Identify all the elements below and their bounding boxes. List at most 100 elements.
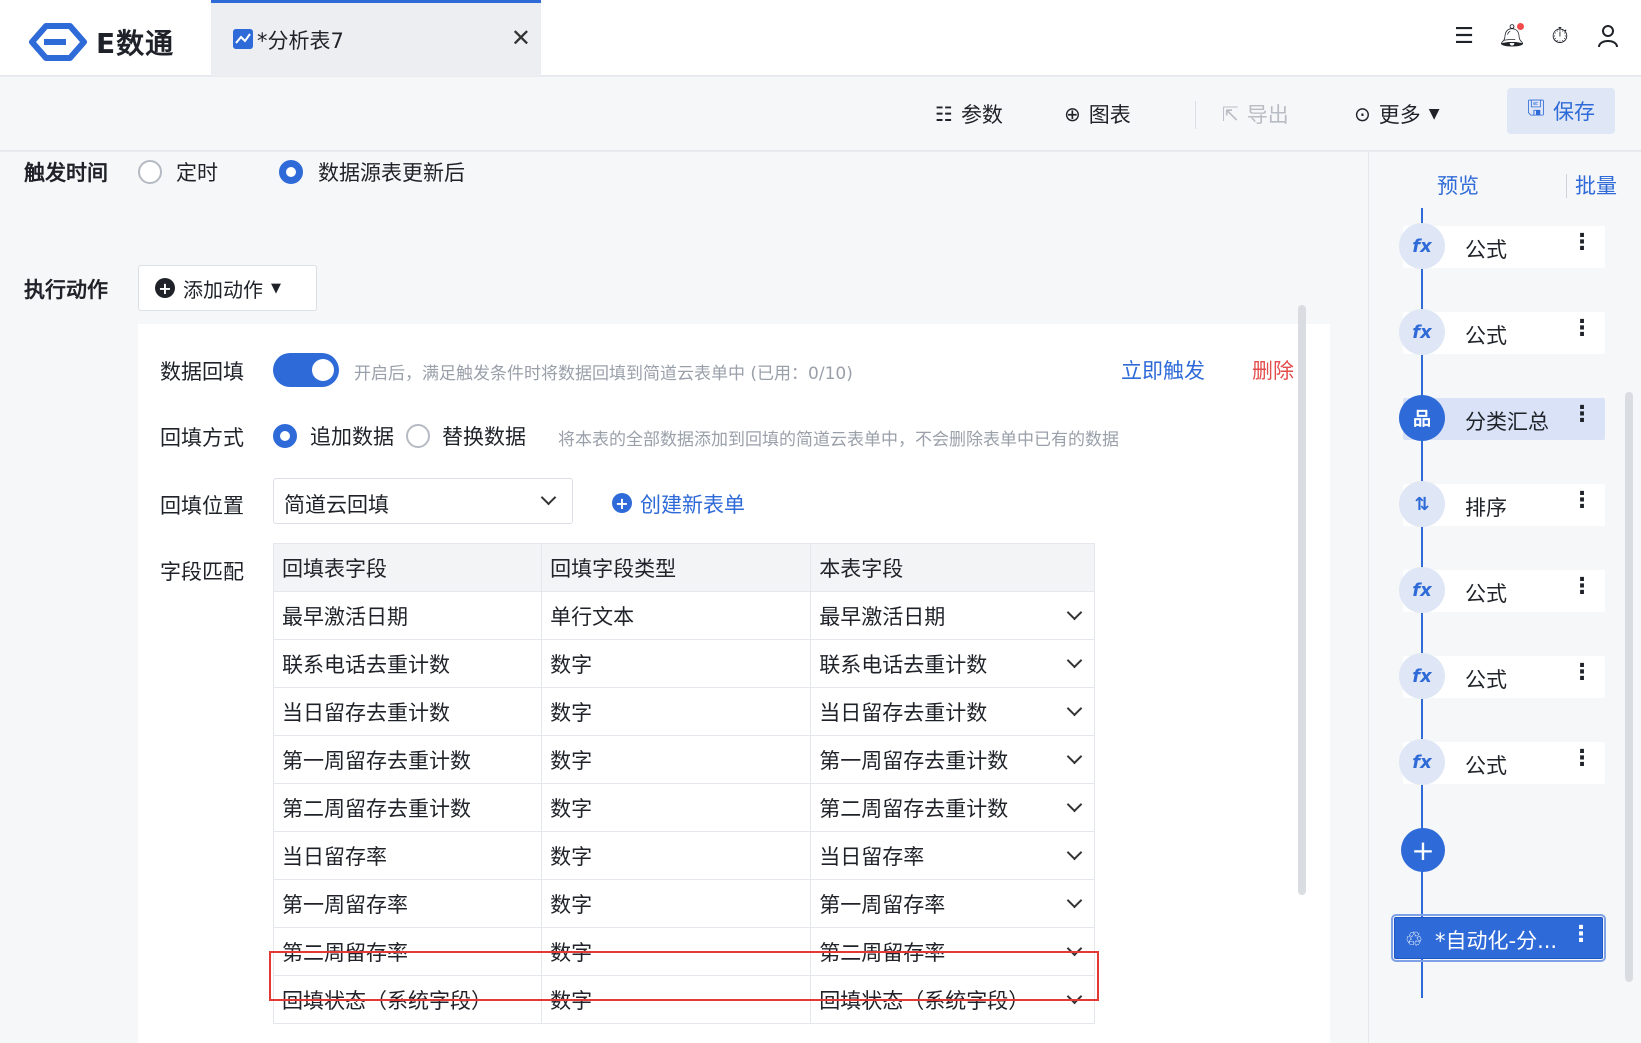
delete-link[interactable]: 删除 (1252, 355, 1294, 385)
more-vertical-icon[interactable]: ⋮ (1571, 488, 1593, 513)
add-step-button[interactable]: + (1401, 828, 1445, 872)
radio-timed[interactable] (138, 160, 162, 184)
source-field-select[interactable]: 当日留存去重计数 (810, 687, 1095, 736)
field-type-cell: 数字 (541, 831, 812, 880)
source-field-select[interactable]: 回填状态（系统字段） (810, 975, 1095, 1024)
panel-divider (1566, 174, 1567, 198)
user-icon[interactable] (1595, 22, 1621, 50)
flow-node-label: 排序 (1465, 496, 1507, 520)
close-icon[interactable]: ✕ (511, 24, 531, 52)
more-vertical-icon[interactable]: ⋮ (1571, 316, 1593, 341)
chart-button[interactable]: ⊕ 图表 (1064, 99, 1131, 129)
more-label: 更多 (1378, 103, 1421, 127)
create-form-link[interactable]: 创建新表单 (640, 489, 745, 519)
flow-node[interactable]: fx 公式 ⋮ (1399, 567, 1605, 613)
header-target-field: 回填表字段 (272, 543, 543, 592)
timer-icon[interactable]: ⏱︎ (1547, 22, 1573, 50)
execute-action-label: 执行动作 (24, 278, 108, 302)
cell-text: 数字 (550, 796, 593, 821)
more-button[interactable]: ⊙ 更多 ▼ (1354, 99, 1440, 129)
mapping-label: 字段匹配 (160, 560, 244, 584)
app-logo[interactable]: E数通 (26, 22, 174, 62)
cell-text: 数字 (550, 940, 593, 965)
save-button[interactable]: 🖫︎ 保存 (1507, 88, 1615, 134)
save-icon: 🖫︎ (1527, 95, 1545, 120)
flow-node[interactable]: 品分类汇总 ⋮ (1399, 395, 1605, 441)
target-field-cell: 联系电话去重计数 (272, 639, 543, 688)
chevron-down-icon (1066, 748, 1083, 765)
toolbar-divider (1195, 101, 1196, 129)
task-list-icon[interactable]: ☰ (1451, 22, 1477, 50)
radio-timed-label: 定时 (176, 161, 218, 185)
target-field-cell: 第一周留存去重计数 (272, 735, 543, 784)
backfill-hint: 开启后，满足触发条件时将数据回填到简道云表单中 (已用：0/10) (354, 364, 853, 384)
toolbar: ☷ 参数 ⊕ 图表 ⇱ 导出 ⊙ 更多 ▼ (0, 77, 1641, 151)
cell-text: 第二周留存去重计数 (282, 796, 471, 821)
flow-node[interactable]: fx 公式 ⋮ (1399, 739, 1605, 785)
export-button[interactable]: ⇱ 导出 (1222, 99, 1289, 129)
target-field-cell: 第二周留存率 (272, 927, 543, 976)
panel-scrollbar[interactable] (1625, 392, 1633, 982)
radio-append[interactable] (273, 424, 297, 448)
radio-after-update-label: 数据源表更新后 (318, 161, 465, 185)
backfill-card: 数据回填 开启后，满足触发条件时将数据回填到简道云表单中 (已用：0/10) 立… (138, 324, 1330, 1043)
trigger-now-link[interactable]: 立即触发 (1121, 355, 1205, 385)
flow-node[interactable]: ⇅ 排序 ⋮ (1399, 481, 1605, 527)
fx-icon: fx (1399, 653, 1445, 699)
source-field-select[interactable]: 当日留存率 (810, 831, 1095, 880)
flow-node[interactable]: fx 公式 ⋮ (1399, 653, 1605, 699)
cell-text: 当日留存去重计数 (282, 700, 450, 725)
sort-icon: ⇅ (1399, 481, 1445, 527)
source-field-select[interactable]: 第二周留存去重计数 (810, 783, 1095, 832)
export-icon: ⇱ (1222, 102, 1239, 126)
tab-analysis-7[interactable]: *分析表7 ✕ (211, 0, 541, 76)
cell-text: 第二周留存率 (819, 940, 946, 965)
backfill-toggle[interactable] (273, 353, 339, 387)
radio-after-update[interactable] (279, 160, 303, 184)
source-field-select[interactable]: 第一周留存去重计数 (810, 735, 1095, 784)
source-field-select[interactable]: 第一周留存率 (810, 879, 1095, 928)
mode-hint: 将本表的全部数据添加到回填的简道云表单中，不会删除表单中已有的数据 (558, 430, 1119, 450)
flow-node[interactable]: fx 公式 ⋮ (1399, 309, 1605, 355)
more-vertical-icon[interactable]: ⋮ (1570, 922, 1592, 947)
source-field-select[interactable]: 联系电话去重计数 (810, 639, 1095, 688)
chevron-down-icon (1066, 988, 1083, 1005)
bell-icon[interactable]: 🔔︎ (1498, 22, 1526, 50)
mode-label: 回填方式 (160, 426, 244, 450)
source-field-select[interactable]: 第二周留存率 (810, 927, 1095, 976)
cell-text: 回填状态（系统字段） (819, 988, 1030, 1013)
more-vertical-icon[interactable]: ⋮ (1571, 230, 1593, 255)
scrollbar[interactable] (1298, 305, 1306, 895)
target-field-cell: 当日留存去重计数 (272, 687, 543, 736)
flow-node-label: 公式 (1465, 668, 1507, 692)
flow-node-label: 公式 (1465, 582, 1507, 606)
batch-link[interactable]: 批量 (1575, 170, 1617, 200)
more-vertical-icon[interactable]: ⋮ (1571, 402, 1593, 427)
cell-text: 当日留存去重计数 (819, 700, 988, 725)
preview-link[interactable]: 预览 (1437, 170, 1479, 200)
field-type-cell: 数字 (541, 639, 812, 688)
radio-replace[interactable] (406, 424, 430, 448)
automation-node[interactable]: ♲ *自动化-分... ⋮ (1391, 914, 1606, 962)
header-source-field: 本表字段 (810, 543, 1095, 592)
add-action-button[interactable]: + 添加动作 ▼ (138, 265, 317, 311)
fx-icon: fx (1399, 739, 1445, 785)
more-vertical-icon[interactable]: ⋮ (1571, 660, 1593, 685)
more-vertical-icon[interactable]: ⋮ (1571, 574, 1593, 599)
params-button[interactable]: ☷ 参数 (935, 99, 1003, 129)
cell-text: 数字 (550, 988, 593, 1013)
table-header-row: 回填表字段 回填字段类型 本表字段 (272, 543, 1095, 592)
chevron-down-icon (1066, 940, 1083, 957)
position-select[interactable]: 简道云回填 (273, 478, 573, 524)
cell-text: 第二周留存率 (282, 940, 408, 965)
automation-icon: ♲ (1405, 927, 1423, 951)
more-vertical-icon[interactable]: ⋮ (1571, 746, 1593, 771)
source-field-select[interactable]: 最早激活日期 (810, 591, 1095, 640)
target-field-cell: 当日留存率 (272, 831, 543, 880)
flow-node[interactable]: fx 公式 ⋮ (1399, 223, 1605, 269)
cell-text: 当日留存率 (819, 844, 925, 869)
field-type-cell: 单行文本 (541, 591, 812, 640)
chevron-down-icon (1066, 796, 1083, 813)
fx-icon: fx (1399, 223, 1445, 269)
chevron-down-icon (1066, 844, 1083, 861)
